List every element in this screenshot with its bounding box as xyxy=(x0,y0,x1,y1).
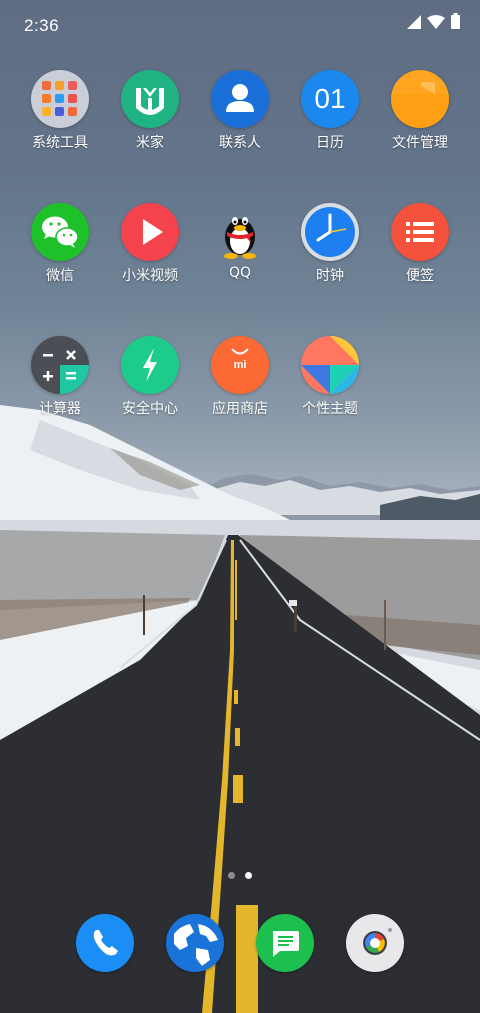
wechat-icon xyxy=(31,203,89,261)
clock-icon xyxy=(301,203,359,261)
app-label: 米家 xyxy=(136,135,164,151)
browser-globe-icon xyxy=(174,924,218,966)
status-time: 2:36 xyxy=(24,16,60,35)
system-tools-folder-icon xyxy=(31,70,89,128)
app-security-center[interactable]: 安全中心 xyxy=(105,336,195,418)
calendar-icon: 01 xyxy=(301,70,359,128)
app-label: 应用商店 xyxy=(212,401,268,417)
app-store-mi-mark: mi xyxy=(233,359,247,371)
dock-browser[interactable] xyxy=(166,914,224,972)
app-calculator[interactable]: 计算器 xyxy=(15,336,105,418)
app-file-manager[interactable]: 文件管理 xyxy=(375,70,465,152)
app-label: 时钟 xyxy=(316,268,344,284)
app-label: 安全中心 xyxy=(122,401,178,417)
app-label: 小米视频 xyxy=(122,268,178,284)
signal-icon xyxy=(407,14,421,33)
app-qq[interactable]: QQ xyxy=(195,203,285,281)
app-system-tools[interactable]: 系统工具 xyxy=(15,70,105,152)
security-center-icon xyxy=(121,336,179,394)
notes-icon xyxy=(391,203,449,261)
app-label: 微信 xyxy=(46,268,74,284)
battery-icon xyxy=(451,13,460,33)
calculator-icon xyxy=(31,336,89,394)
app-label: 日历 xyxy=(316,135,344,151)
app-store-icon: mi xyxy=(211,336,269,394)
mijia-icon xyxy=(121,70,179,128)
app-label: 系统工具 xyxy=(32,135,88,151)
app-contacts[interactable]: 联系人 xyxy=(195,70,285,152)
page-dot[interactable] xyxy=(228,872,235,879)
app-mi-video[interactable]: 小米视频 xyxy=(105,203,195,285)
calendar-day: 01 xyxy=(314,83,346,114)
dock-phone[interactable] xyxy=(76,914,134,972)
qq-penguin-icon xyxy=(211,203,269,261)
page-dot-active[interactable] xyxy=(245,872,252,879)
file-manager-icon xyxy=(391,70,449,128)
mi-video-icon xyxy=(121,203,179,261)
app-calendar[interactable]: 01 日历 xyxy=(285,70,375,152)
app-wechat[interactable]: 微信 xyxy=(15,203,105,285)
themes-icon xyxy=(301,336,359,394)
app-clock[interactable]: 时钟 xyxy=(285,203,375,285)
messages-icon xyxy=(273,931,299,957)
app-label: 文件管理 xyxy=(392,135,448,151)
page-indicator xyxy=(0,872,480,879)
app-label: 联系人 xyxy=(219,135,261,151)
contacts-icon xyxy=(211,70,269,128)
app-themes[interactable]: 个性主题 xyxy=(285,336,375,418)
app-label: QQ xyxy=(228,265,252,281)
status-icons xyxy=(407,13,460,33)
app-store[interactable]: mi 应用商店 xyxy=(195,336,285,418)
phone-icon xyxy=(93,930,118,956)
app-notes[interactable]: 便签 xyxy=(375,203,465,285)
dock-messages[interactable] xyxy=(256,914,314,972)
app-label: 便签 xyxy=(406,268,434,284)
wifi-icon xyxy=(427,14,445,33)
app-label: 个性主题 xyxy=(302,401,358,417)
app-mijia[interactable]: 米家 xyxy=(105,70,195,152)
status-bar: 2:36 xyxy=(0,0,480,52)
app-label: 计算器 xyxy=(39,401,81,417)
camera-icon xyxy=(363,928,392,955)
dock-camera[interactable] xyxy=(346,914,404,972)
